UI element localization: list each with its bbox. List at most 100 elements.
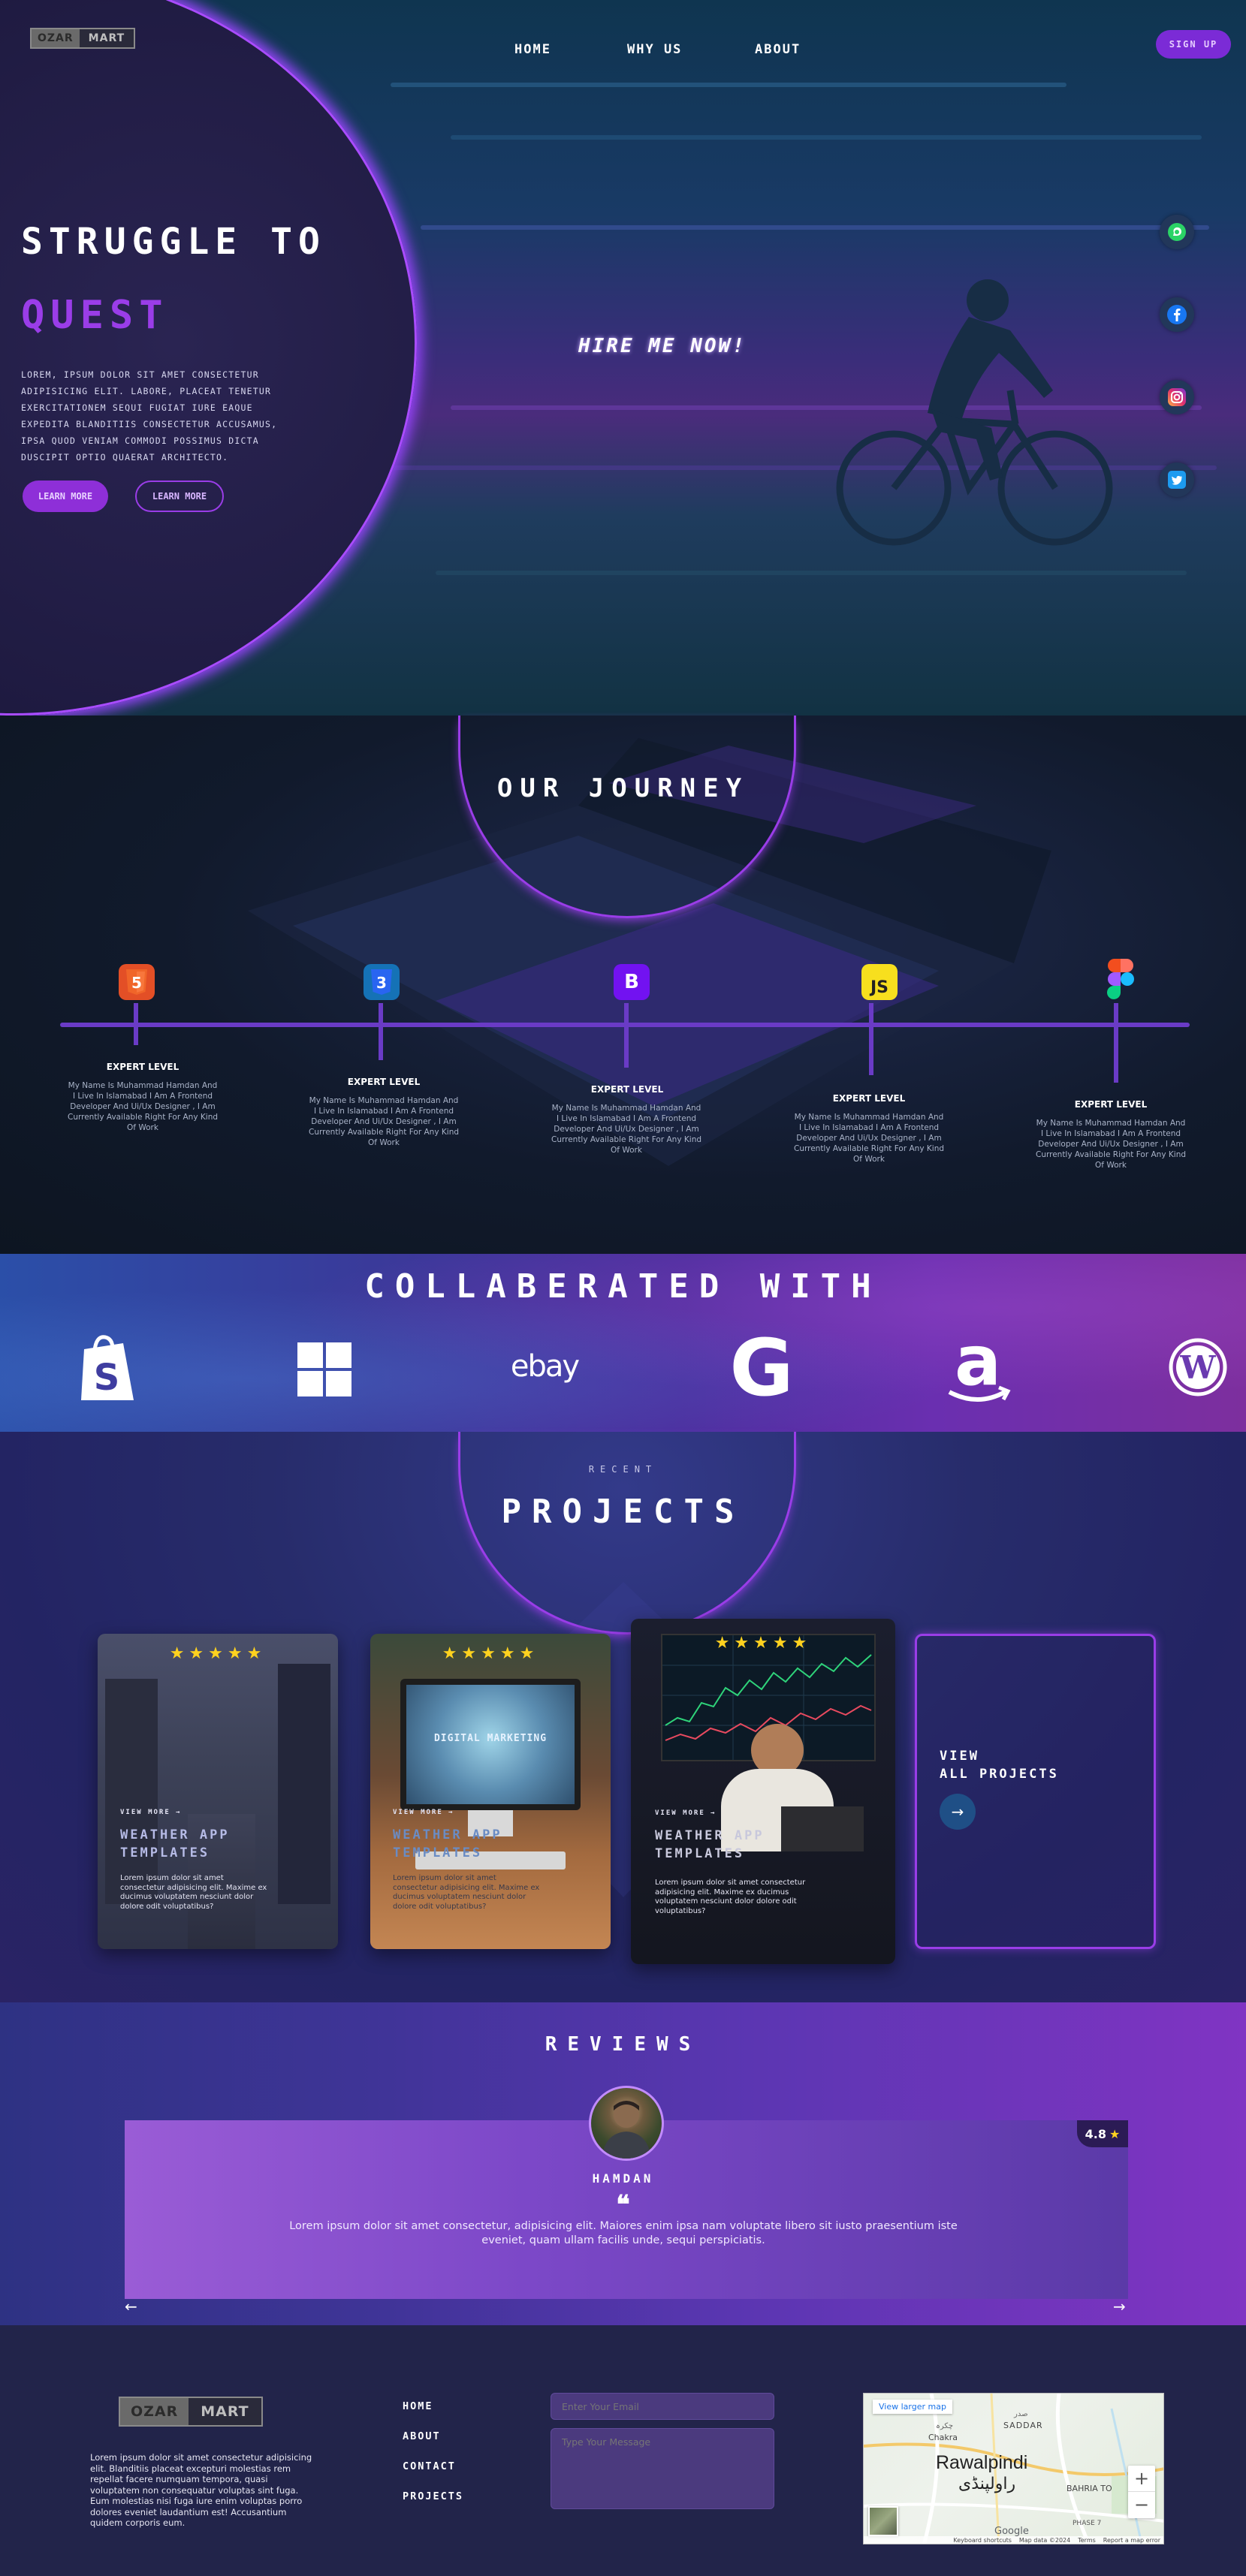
- timeline-node: [379, 1003, 383, 1060]
- view-more-link[interactable]: VIEW MORE →: [655, 1809, 717, 1817]
- timeline-description: My Name Is Muhammad Hamdan And I Live In…: [1036, 1119, 1187, 1170]
- logo-part-1: OZAR: [120, 2398, 189, 2425]
- figma-icon: [1103, 959, 1139, 999]
- star-icon: ★: [1109, 2126, 1121, 2141]
- message-field[interactable]: [551, 2428, 774, 2509]
- view-all-line-2: ALL PROJECTS: [940, 1767, 1059, 1782]
- journey-title: OUR JOURNEY: [496, 773, 750, 803]
- building-image: [105, 1679, 158, 1904]
- learn-more-button[interactable]: LEARN MORE: [23, 481, 108, 512]
- javascript-icon: JS: [861, 964, 898, 1000]
- rating-stars: ★★★★★: [714, 1634, 812, 1653]
- nav-about[interactable]: ABOUT: [755, 42, 801, 57]
- previous-review-arrow[interactable]: ←: [125, 2297, 137, 2315]
- timeline-level-label: EXPERT LEVEL: [347, 1077, 421, 1087]
- shopify-icon: S: [75, 1335, 143, 1402]
- view-all-projects-card[interactable]: VIEW ALL PROJECTS →: [915, 1634, 1156, 1949]
- nav-home[interactable]: HOME: [514, 42, 551, 57]
- view-more-link[interactable]: VIEW MORE →: [120, 1809, 182, 1816]
- projects-title: PROJECTS: [501, 1493, 745, 1531]
- speed-streak: [421, 225, 1209, 230]
- twitter-icon[interactable]: [1160, 462, 1194, 497]
- timeline-level-label: EXPERT LEVEL: [832, 1093, 906, 1104]
- logo-part-2: MART: [88, 32, 125, 44]
- project-card[interactable]: ★★★★★ VIEW MORE → WEATHER APP TEMPLATES …: [98, 1634, 338, 1949]
- project-card[interactable]: DIGITAL MARKETING ★★★★★ VIEW MORE → WEAT…: [370, 1634, 611, 1949]
- nav-why-us[interactable]: WHY US: [627, 42, 682, 57]
- quote-icon: ❝: [616, 2190, 630, 2220]
- map-label: BAHRIA TO: [1066, 2484, 1112, 2493]
- google-logo: Google: [994, 2526, 1029, 2537]
- timeline-node: [134, 1003, 138, 1045]
- collab-title: COLLABERATED WITH: [364, 1267, 882, 1306]
- wordpress-icon: W: [1168, 1337, 1228, 1397]
- facebook-icon[interactable]: [1160, 297, 1194, 332]
- project-description: Lorem ipsum dolor sit amet consectetur a…: [655, 1879, 806, 1915]
- svg-text:S: S: [94, 1357, 120, 1399]
- project-description: Lorem ipsum dolor sit amet consectetur a…: [393, 1874, 540, 1911]
- timeline-description: My Name Is Muhammad Hamdan And I Live In…: [551, 1104, 702, 1155]
- view-all-line-1: VIEW: [940, 1749, 979, 1764]
- footer-about-text: Lorem ipsum dolor sit amet consectetur a…: [90, 2452, 312, 2528]
- review-text: Lorem ipsum dolor sit amet consectetur, …: [289, 2220, 958, 2246]
- timeline-node: [624, 1003, 629, 1068]
- timeline-description: My Name Is Muhammad Hamdan And I Live In…: [309, 1096, 460, 1147]
- timeline-node: [869, 1003, 873, 1075]
- reviews-title: REVIEWS: [545, 2033, 701, 2056]
- svg-text:a: a: [955, 1327, 1001, 1401]
- hero-section: [0, 0, 1246, 716]
- rating-value: 4.8: [1085, 2126, 1106, 2141]
- speed-streak: [391, 83, 1066, 87]
- logo-part-1: OZAR: [32, 29, 80, 47]
- footer-link-home[interactable]: HOME: [403, 2400, 433, 2412]
- email-field[interactable]: [551, 2393, 774, 2420]
- footer-link-about[interactable]: ABOUT: [403, 2430, 441, 2442]
- arrow-right-icon[interactable]: →: [940, 1794, 976, 1830]
- terms-link[interactable]: Terms: [1078, 2536, 1096, 2544]
- whatsapp-icon[interactable]: [1160, 215, 1194, 249]
- map-label: صدر: [1014, 2410, 1028, 2418]
- rating-stars: ★★★★★: [169, 1644, 267, 1663]
- keyboard-shortcuts-link[interactable]: Keyboard shortcuts: [953, 2536, 1011, 2544]
- cyclist-image: [836, 279, 1113, 546]
- project-description: Lorem ipsum dolor sit amet consectetur a…: [120, 1874, 267, 1911]
- next-review-arrow[interactable]: →: [1113, 2297, 1126, 2315]
- footer-link-contact[interactable]: CONTACT: [403, 2460, 456, 2472]
- projects-subtitle: RECENT: [588, 1464, 658, 1475]
- rating-stars: ★★★★★: [442, 1644, 539, 1663]
- report-map-error-link[interactable]: Report a map error: [1103, 2536, 1160, 2544]
- timeline-level-label: EXPERT LEVEL: [590, 1084, 664, 1095]
- map-label: PHASE 7: [1073, 2520, 1102, 2527]
- footer-logo[interactable]: OZAR MART: [119, 2397, 263, 2427]
- monitor-image: DIGITAL MARKETING: [400, 1679, 581, 1810]
- hero-description: LOREM, IPSUM DOLOR SIT AMET CONSECTETUR …: [21, 369, 278, 462]
- map-label: Chakra: [928, 2433, 958, 2442]
- view-more-link[interactable]: VIEW MORE →: [393, 1809, 454, 1816]
- project-card[interactable]: ★★★★★ VIEW MORE → WEATHER APP TEMPLATES …: [631, 1619, 895, 1964]
- timeline-node: [1114, 1003, 1118, 1083]
- view-larger-map-link[interactable]: View larger map: [873, 2400, 952, 2414]
- hire-me-tagline: HIRE ME NOW!: [578, 335, 747, 357]
- instagram-icon[interactable]: [1160, 380, 1194, 414]
- reviewer-name: HAMDAN: [592, 2171, 654, 2186]
- building-image: [278, 1664, 330, 1904]
- timeline-level-label: EXPERT LEVEL: [106, 1062, 180, 1072]
- rating-badge: 4.8 ★: [1077, 2120, 1128, 2147]
- svg-text:W: W: [1179, 1349, 1216, 1386]
- zoom-in-button[interactable]: +: [1128, 2466, 1155, 2492]
- map-data-text: Map data ©2024: [1018, 2537, 1071, 2544]
- zoom-out-button[interactable]: −: [1128, 2492, 1155, 2517]
- monitor-screen-text: DIGITAL MARKETING: [433, 1733, 548, 1744]
- map-embed[interactable]: View larger map Chakra چکرہ SADDAR صدر R…: [863, 2393, 1164, 2544]
- svg-text:3: 3: [376, 974, 387, 992]
- timeline-description: My Name Is Muhammad Hamdan And I Live In…: [794, 1113, 945, 1164]
- project-title: WEATHER APP TEMPLATES: [120, 1827, 230, 1860]
- signup-button[interactable]: SIGN UP: [1156, 30, 1231, 59]
- amazon-icon: a: [940, 1327, 1015, 1410]
- map-attribution-bar: Keyboard shortcuts Map data ©2024 Terms …: [864, 2536, 1163, 2544]
- footer-link-projects[interactable]: PROJECTS: [403, 2490, 463, 2502]
- map-city-name: Rawalpindi: [936, 2452, 1028, 2473]
- learn-more-outline-button[interactable]: LEARN MORE: [135, 481, 224, 512]
- satellite-toggle[interactable]: [868, 2506, 898, 2536]
- logo[interactable]: OZAR MART: [30, 28, 136, 49]
